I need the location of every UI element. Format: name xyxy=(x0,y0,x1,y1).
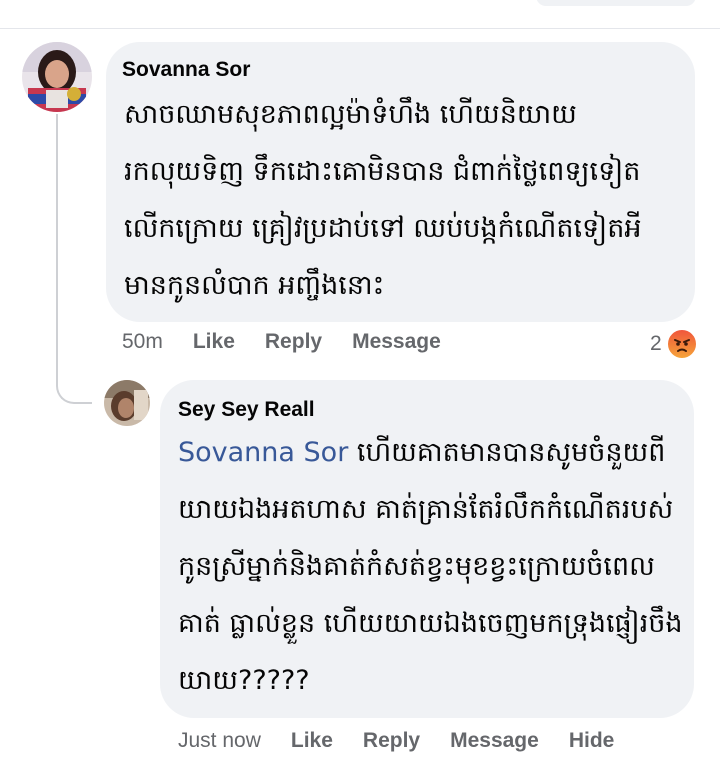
avatar[interactable] xyxy=(22,42,92,112)
comment-actions: Just now Like Reply Message Hide xyxy=(178,729,644,753)
comment-timestamp[interactable]: Just now xyxy=(178,729,261,753)
mention-link[interactable]: Sovanna Sor xyxy=(178,437,348,468)
top-input-edge[interactable] xyxy=(536,0,696,6)
profile-photo-icon xyxy=(22,42,92,112)
comment-author[interactable]: Sovanna Sor xyxy=(122,58,250,82)
reply-thread-line xyxy=(56,114,92,404)
comment-bubble: Sey Sey Reall Sovanna Sor ហើយគាតមានបានសូ… xyxy=(160,380,694,718)
angry-icon xyxy=(665,328,698,360)
hide-button[interactable]: Hide xyxy=(569,729,615,753)
profile-photo-icon xyxy=(104,380,150,426)
message-button[interactable]: Message xyxy=(352,330,441,354)
comment-bubble: Sovanna Sor សាចឈាមសុខភាពល្អម៉ាទំហឹង ហើយន… xyxy=(106,42,695,322)
reply-button[interactable]: Reply xyxy=(265,330,322,354)
reaction-summary[interactable]: 2 xyxy=(650,328,698,360)
comment-author[interactable]: Sey Sey Reall xyxy=(178,398,315,422)
comment-text: សាចឈាមសុខភាពល្អម៉ាទំហឹង ហើយនិយាយរកលុយទិញ… xyxy=(124,99,642,301)
reply-button[interactable]: Reply xyxy=(363,729,420,753)
like-button[interactable]: Like xyxy=(193,330,235,354)
reply-text: ហើយគាតមានបានសូមចំនួយពី យាយឯងអតហាស គាត់គ្… xyxy=(178,437,683,696)
divider xyxy=(0,28,720,29)
message-button[interactable]: Message xyxy=(450,729,539,753)
comment-timestamp[interactable]: 50m xyxy=(122,330,163,354)
comment-text: Sovanna Sor ហើយគាតមានបានសូមចំនួយពី យាយឯង… xyxy=(178,424,688,709)
comment-actions: 50m Like Reply Message xyxy=(122,330,471,354)
avatar[interactable] xyxy=(104,380,150,426)
reaction-count: 2 xyxy=(650,332,662,355)
like-button[interactable]: Like xyxy=(291,729,333,753)
comment-thread: Sovanna Sor សាចឈាមសុខភាពល្អម៉ាទំហឹង ហើយន… xyxy=(0,0,720,757)
